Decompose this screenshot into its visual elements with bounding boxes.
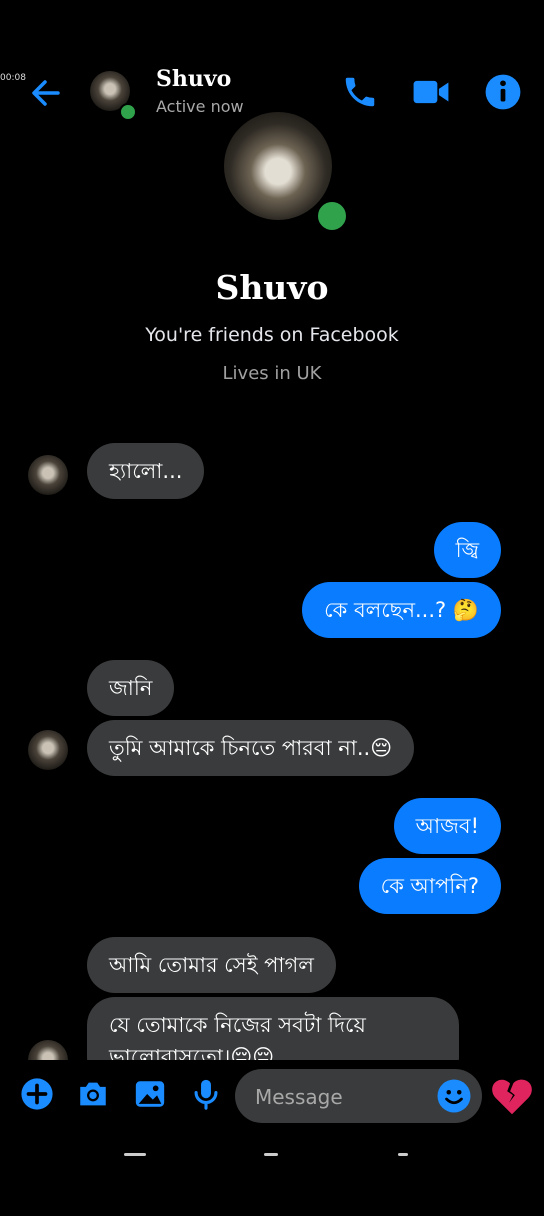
profile-avatar[interactable] bbox=[224, 112, 332, 220]
message-bubble[interactable]: তুমি আমাকে চিনতে পারবা না..😔 bbox=[87, 720, 415, 776]
message-bubble[interactable]: কে বলছেন...? 🤔 bbox=[302, 582, 501, 638]
profile-name: Shuvo bbox=[215, 268, 329, 307]
back-button[interactable] bbox=[398, 1153, 408, 1156]
message-bubble[interactable]: জানি bbox=[87, 660, 175, 716]
sender-avatar bbox=[28, 1040, 68, 1060]
back-arrow-icon[interactable] bbox=[28, 75, 64, 111]
sender-avatar bbox=[28, 455, 68, 495]
phone-call-icon[interactable] bbox=[341, 73, 379, 111]
message-input[interactable] bbox=[253, 1069, 427, 1125]
system-navigation-bar bbox=[0, 1148, 544, 1160]
message-list[interactable]: হ্যালো... জ্বি কে বলছেন...? 🤔 জানি তুমি … bbox=[0, 430, 544, 1060]
emoji-icon[interactable] bbox=[436, 1078, 472, 1114]
online-indicator bbox=[119, 103, 137, 121]
microphone-icon[interactable] bbox=[189, 1077, 223, 1111]
recent-apps-button[interactable] bbox=[124, 1153, 146, 1156]
profile-online-indicator bbox=[314, 198, 350, 234]
info-icon[interactable] bbox=[484, 73, 522, 111]
friends-on-facebook: You're friends on Facebook bbox=[145, 324, 399, 346]
message-bubble[interactable]: হ্যালো... bbox=[87, 443, 205, 499]
message-bubble[interactable]: কে আপনি? bbox=[358, 858, 501, 914]
gallery-icon[interactable] bbox=[133, 1077, 167, 1111]
broken-heart-icon[interactable] bbox=[489, 1074, 535, 1120]
home-button[interactable] bbox=[264, 1153, 278, 1156]
message-composer bbox=[0, 1063, 544, 1131]
message-input-container[interactable] bbox=[235, 1069, 482, 1125]
message-bubble[interactable]: আজব! bbox=[393, 798, 501, 854]
video-call-icon[interactable] bbox=[412, 73, 450, 111]
lives-in: Lives in UK bbox=[222, 363, 322, 384]
camera-icon[interactable] bbox=[76, 1077, 110, 1111]
message-bubble[interactable]: যে তোমাকে নিজের সবটা দিয়ে ভালোবাসতো।😔😔 bbox=[87, 997, 459, 1060]
contact-name[interactable]: Shuvo bbox=[156, 66, 231, 92]
sender-avatar bbox=[28, 730, 68, 770]
message-bubble[interactable]: জ্বি bbox=[433, 522, 501, 578]
active-status: Active now bbox=[156, 97, 244, 116]
message-bubble[interactable]: আমি তোমার সেই পাগল bbox=[87, 937, 336, 993]
plus-icon[interactable] bbox=[20, 1077, 54, 1111]
